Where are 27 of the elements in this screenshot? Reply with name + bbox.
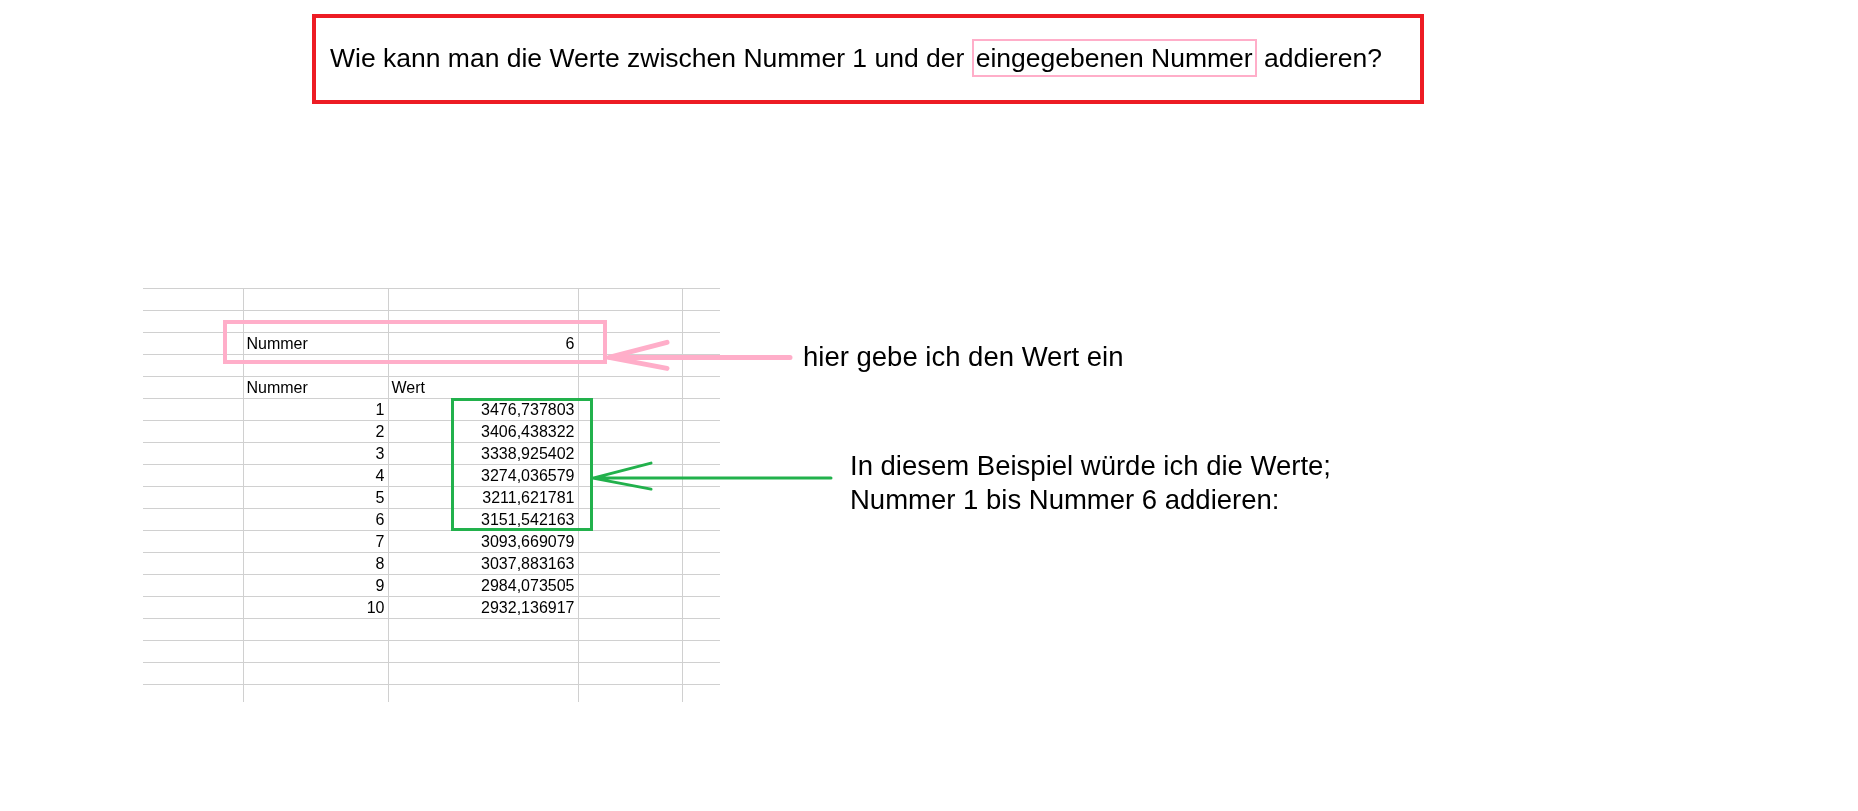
table-cell: 3476,737803 (388, 398, 578, 421)
table-cell: 8 (243, 552, 388, 575)
table-cell: 3037,883163 (388, 552, 578, 575)
table-cell: 6 (388, 332, 578, 355)
table-cell: 3274,036579 (388, 464, 578, 487)
table-cell: 3151,542163 (388, 508, 578, 531)
table-cell: 2 (243, 420, 388, 443)
table-cell: Nummer (243, 376, 388, 399)
table-cell: 3 (243, 442, 388, 465)
annotation-text: hier gebe ich den Wert ein (803, 340, 1124, 375)
table-cell: Wert (388, 376, 578, 399)
table-cell: 3406,438322 (388, 420, 578, 443)
table-cell: 10 (243, 596, 388, 619)
table-cell: 5 (243, 486, 388, 509)
table-cell: 4 (243, 464, 388, 487)
table-cell: Nummer (243, 332, 388, 355)
table-cell: 2984,073505 (388, 574, 578, 597)
question-text: Wie kann man die Werte zwischen Nummer 1 und der eingegebenen Nummer addieren? (330, 39, 1382, 79)
table-cell: 9 (243, 574, 388, 597)
table-cell: 6 (243, 508, 388, 531)
table-cell: 3211,621781 (388, 486, 578, 509)
table-cell: 2932,136917 (388, 596, 578, 619)
table-cell: 1 (243, 398, 388, 421)
annotation-text: In diesem Beispiel würde ich die Werte; Nummer 1 bis Nummer 6 addieren: (850, 449, 1331, 518)
table-cell: 3338,925402 (388, 442, 578, 465)
table-cell: 7 (243, 530, 388, 553)
table-cell: 3093,669079 (388, 530, 578, 553)
